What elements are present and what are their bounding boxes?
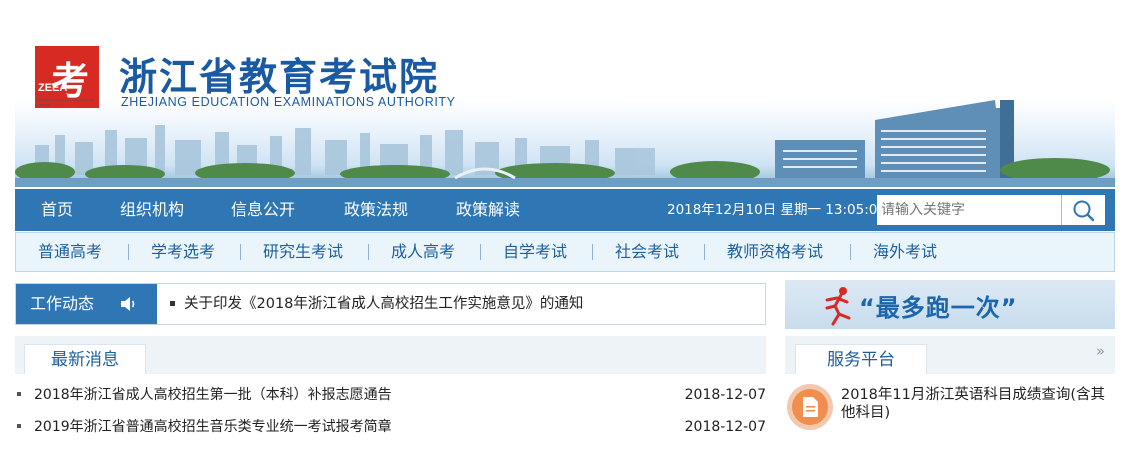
category-teacher-cert[interactable]: 教师资格考试	[727, 233, 823, 271]
nav-divider	[480, 244, 481, 260]
service-item-label[interactable]: 2018年11月浙江英语科目成绩查询(含其他科目)	[841, 386, 1111, 422]
service-icon-badge	[787, 384, 833, 430]
site-title-en: ZHEJIANG EDUCATION EXAMINATIONS AUTHORIT…	[121, 95, 456, 109]
nav-divider	[850, 244, 851, 260]
category-self-study[interactable]: 自学考试	[503, 233, 567, 271]
nav-divider	[368, 244, 369, 260]
nav-item-regulations[interactable]: 政策法规	[344, 189, 408, 231]
nav-item-organization[interactable]: 组织机构	[120, 189, 184, 231]
category-gaokao[interactable]: 普通高考	[38, 233, 102, 271]
header-banner: 考 ZEEA Zhejiang Education Examinations A…	[15, 0, 1115, 187]
list-item[interactable]: 2018年浙江省成人高校招生第一批（本科）补报志愿通告 2018-12-07	[15, 384, 766, 406]
latest-news-header: 最新消息	[15, 336, 766, 374]
service-item[interactable]: 2018年11月浙江英语科目成绩查询(含其他科目)	[787, 380, 1115, 440]
search-input[interactable]	[877, 195, 1059, 225]
current-datetime: 2018年12月10日 星期一 13:05:09	[667, 202, 886, 218]
category-adult[interactable]: 成人高考	[391, 233, 455, 271]
logo-subtext: Zhejiang Education Examinations Authorit…	[35, 97, 95, 107]
nav-divider	[704, 244, 705, 260]
category-social[interactable]: 社会考试	[615, 233, 679, 271]
news-title[interactable]: 2018年浙江省成人高校招生第一批（本科）补报志愿通告	[34, 384, 392, 406]
news-date: 2018-12-07	[684, 419, 766, 435]
work-news-title: 工作动态	[30, 294, 95, 313]
nav-item-policy-interpretation[interactable]: 政策解读	[456, 189, 520, 231]
search-box	[877, 195, 1105, 225]
work-news-label: 工作动态	[16, 284, 157, 324]
list-item[interactable]: 2019年浙江省普通高校招生音乐类专业统一考试报考简章 2018-12-07	[15, 416, 766, 438]
logo-abbr: ZEEA	[38, 82, 68, 94]
tab-latest-news[interactable]: 最新消息	[24, 344, 146, 374]
bullet	[17, 424, 21, 428]
search-button[interactable]	[1061, 195, 1105, 225]
search-icon	[1073, 200, 1095, 222]
promo-text: “最多跑一次”	[859, 294, 1018, 322]
news-title[interactable]: 2019年浙江省普通高校招生音乐类专业统一考试报考简章	[34, 416, 392, 438]
main-nav: 首页 组织机构 信息公开 政策法规 政策解读 2018年12月10日 星期一 1…	[15, 189, 1115, 231]
tab-service-platform[interactable]: 服务平台	[795, 344, 927, 374]
document-icon	[803, 397, 818, 417]
bullet	[17, 392, 21, 396]
nav-divider	[240, 244, 241, 260]
runner-icon	[825, 287, 851, 326]
category-xuekao[interactable]: 学考选考	[151, 233, 215, 271]
nav-divider	[128, 244, 129, 260]
nav-item-home[interactable]: 首页	[41, 189, 73, 231]
category-graduate[interactable]: 研究生考试	[263, 233, 343, 271]
news-date: 2018-12-07	[684, 387, 766, 403]
double-chevron-right-icon[interactable]: »	[1096, 342, 1105, 360]
city-skyline-illustration	[15, 100, 1115, 187]
work-news-headline[interactable]: 关于印发《2018年浙江省成人高校招生工作实施意见》的通知	[184, 284, 583, 324]
site-title: 浙江省教育考试院	[119, 54, 440, 99]
nav-divider	[592, 244, 593, 260]
nav-item-public-info[interactable]: 信息公开	[231, 189, 295, 231]
service-platform-header: 服务平台 »	[785, 336, 1115, 374]
work-news-strip: 工作动态 关于印发《2018年浙江省成人高校招生工作实施意见》的通知	[15, 283, 766, 325]
category-nav: 普通高考 学考选考 研究生考试 成人高考 自学考试 社会考试 教师资格考试 海外…	[15, 232, 1115, 272]
speaker-icon	[121, 297, 135, 311]
zuiduo-paoyici-banner[interactable]: “最多跑一次”	[785, 280, 1115, 329]
bullet	[170, 301, 175, 306]
category-overseas[interactable]: 海外考试	[873, 233, 937, 271]
